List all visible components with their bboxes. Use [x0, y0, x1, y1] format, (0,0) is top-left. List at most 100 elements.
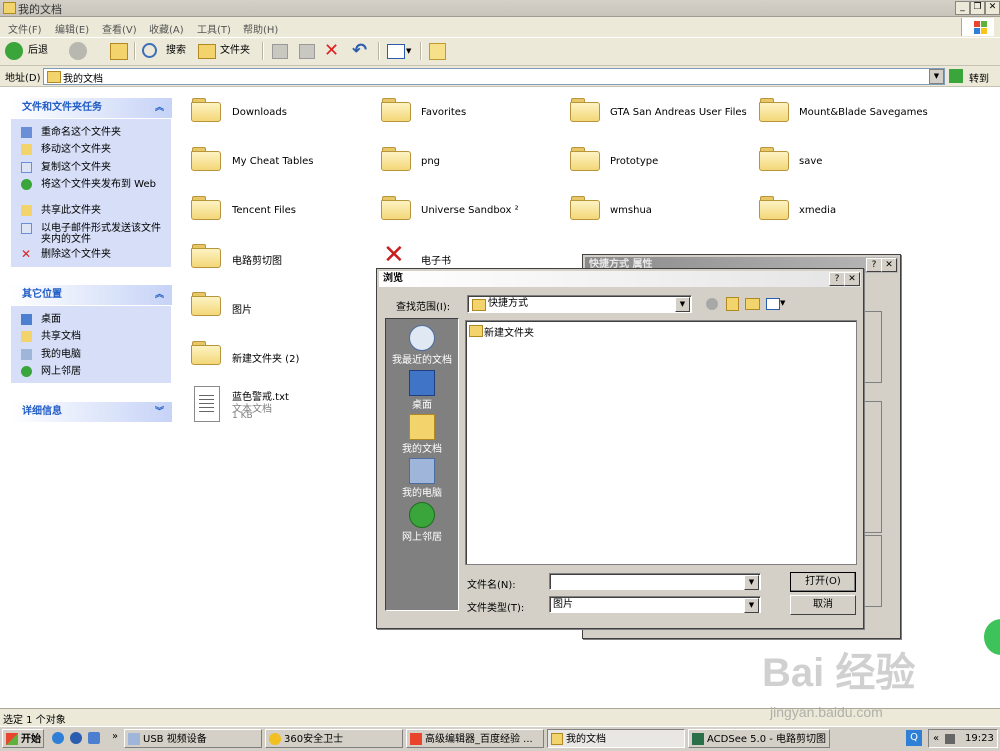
delete-x-icon[interactable]: ✕ [383, 240, 405, 270]
copy-to-button[interactable] [297, 41, 317, 61]
text-file-icon[interactable] [194, 386, 220, 422]
maximize-button[interactable]: ❐ [970, 1, 985, 15]
floating-widget-icon[interactable] [984, 619, 1000, 655]
taskbar-item-360[interactable]: 360安全卫士 [265, 729, 403, 748]
taskbar-item-editor[interactable]: 高级编辑器_百度经验 ... [406, 729, 544, 748]
window-titlebar[interactable]: 我的文档 _ ❐ ✕ [0, 0, 1000, 17]
chevron-right-icon[interactable]: » [112, 731, 118, 742]
folder-label[interactable]: Mount&Blade Savegames [799, 107, 928, 118]
taskbar-item-mydocs[interactable]: 我的文档 [547, 729, 685, 748]
folder-icon[interactable] [381, 147, 411, 171]
place-my-documents[interactable]: 我的文档 [386, 414, 458, 455]
address-input[interactable]: 我的文档 [43, 68, 945, 85]
views-button[interactable]: ▼ [385, 41, 415, 61]
place-network[interactable]: 网上邻居 [386, 502, 458, 543]
search-button[interactable]: 搜索 [140, 41, 192, 61]
folder-icon[interactable] [381, 196, 411, 220]
browser-icon[interactable] [70, 732, 82, 744]
tasks-panel-header[interactable]: 文件和文件夹任务 ︽ [10, 98, 172, 118]
folder-label[interactable]: Prototype [610, 156, 658, 167]
go-button[interactable]: 转到 [949, 68, 997, 85]
open-button[interactable]: 打开(O) [790, 572, 856, 592]
volume-icon[interactable] [945, 734, 955, 744]
other-places-header[interactable]: 其它位置 ︽ [10, 285, 172, 305]
folder-label[interactable]: 电子书 [421, 252, 451, 267]
folder-label[interactable]: wmshua [610, 205, 652, 216]
folder-label[interactable]: png [421, 156, 440, 167]
move-to-button[interactable] [270, 41, 290, 61]
folder-label[interactable]: 新建文件夹 (2) [232, 350, 299, 365]
back-button[interactable]: 后退 [4, 41, 64, 61]
folder-label[interactable]: 电路剪切图 [232, 252, 282, 267]
folder-label[interactable]: save [799, 156, 822, 167]
chevron-down-icon[interactable]: ▼ [744, 598, 759, 613]
cancel-button[interactable]: 取消 [790, 595, 856, 615]
new-folder-icon[interactable] [745, 298, 760, 310]
forward-button[interactable] [68, 41, 102, 61]
tool-button[interactable] [427, 41, 447, 61]
chevron-down-icon[interactable]: ▼ [675, 297, 690, 312]
delete-button[interactable]: ✕ [324, 41, 344, 61]
chevron-down-icon[interactable]: ▼ [780, 299, 785, 307]
taskbar-item-acdsee[interactable]: ACDSee 5.0 - 电路剪切图 [688, 729, 830, 748]
help-button[interactable]: ? [866, 258, 882, 272]
folder-icon[interactable] [759, 196, 789, 220]
folder-icon[interactable] [191, 292, 221, 316]
folder-icon[interactable] [759, 98, 789, 122]
folder-icon[interactable] [191, 341, 221, 365]
task-email[interactable]: 以电子邮件形式发送该文件夹内的文件 [21, 223, 161, 247]
close-button[interactable]: ✕ [844, 272, 860, 286]
folder-label[interactable]: Universe Sandbox ² [421, 205, 519, 216]
place-desktop[interactable]: 桌面 [386, 370, 458, 411]
help-button[interactable]: ? [829, 272, 845, 286]
browse-file-list[interactable]: 新建文件夹 [465, 320, 857, 565]
ie-icon[interactable] [52, 732, 64, 744]
task-publish-web[interactable]: 将这个文件夹发布到 Web [21, 179, 161, 203]
folder-icon[interactable] [570, 196, 600, 220]
close-button[interactable]: ✕ [881, 258, 897, 272]
folder-icon[interactable] [570, 147, 600, 171]
folder-label[interactable]: My Cheat Tables [232, 156, 314, 167]
folder-label[interactable]: Tencent Files [232, 205, 296, 216]
back-icon[interactable] [706, 298, 718, 310]
details-header[interactable]: 详细信息 ︾ [10, 402, 172, 422]
menu-favorites[interactable]: 收藏(A) [149, 21, 184, 36]
folder-label[interactable]: Downloads [232, 107, 287, 118]
place-recent[interactable]: 我最近的文档 [386, 325, 458, 366]
folder-icon[interactable] [191, 147, 221, 171]
folder-icon[interactable] [191, 196, 221, 220]
folder-icon[interactable] [759, 147, 789, 171]
menu-tools[interactable]: 工具(T) [197, 21, 231, 36]
address-dropdown[interactable]: ▼ [929, 69, 944, 84]
tray-app-icon[interactable]: Q [906, 730, 922, 746]
taskbar-item-usb[interactable]: USB 视频设备 [124, 729, 262, 748]
menu-help[interactable]: 帮助(H) [243, 21, 278, 36]
menu-file[interactable]: 文件(F) [8, 21, 42, 36]
folder-label[interactable]: xmedia [799, 205, 836, 216]
up-folder-button[interactable] [108, 41, 130, 61]
menu-view[interactable]: 查看(V) [102, 21, 137, 36]
undo-button[interactable]: ↶ [352, 41, 372, 61]
folder-icon[interactable] [191, 244, 221, 268]
folder-icon[interactable] [381, 98, 411, 122]
filename-input[interactable]: ▼ [549, 573, 761, 590]
look-in-select[interactable]: 快捷方式 ▼ [467, 295, 692, 313]
folder-icon[interactable] [191, 98, 221, 122]
folder-label[interactable]: 图片 [232, 301, 252, 316]
folder-icon[interactable] [570, 98, 600, 122]
folders-button[interactable]: 文件夹 [196, 41, 256, 61]
show-desktop-icon[interactable] [88, 732, 100, 744]
filetype-select[interactable]: 图片 ▼ [549, 596, 761, 613]
close-button[interactable]: ✕ [985, 1, 1000, 15]
chevron-down-icon[interactable]: ▼ [744, 575, 759, 590]
menu-edit[interactable]: 编辑(E) [55, 21, 89, 36]
clock[interactable]: 19:23 [965, 733, 994, 744]
minimize-button[interactable]: _ [955, 1, 970, 15]
start-button[interactable]: 开始 [2, 729, 44, 748]
folder-label[interactable]: Favorites [421, 107, 466, 118]
list-item[interactable]: 新建文件夹 [469, 324, 609, 339]
up-folder-icon[interactable] [726, 297, 739, 311]
tray-expand-icon[interactable]: « [933, 733, 939, 744]
folder-label[interactable]: GTA San Andreas User Files [610, 107, 747, 118]
place-my-computer[interactable]: 我的电脑 [386, 458, 458, 499]
